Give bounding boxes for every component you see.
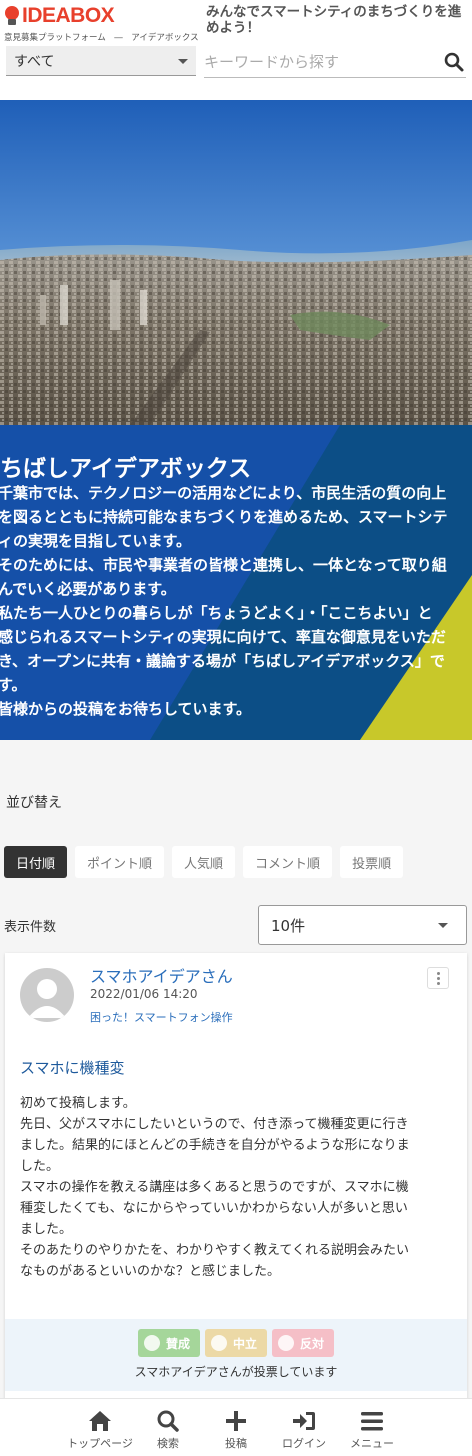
vote-agree-button[interactable]: 賛成	[137, 1329, 200, 1357]
vote-buttons: 賛成 中立 反対	[5, 1329, 467, 1357]
intro-line: ィの実現を目指しています。	[0, 532, 192, 550]
display-count-select[interactable]: 10件	[258, 905, 467, 945]
post-body: 初めて投稿します。 先日、父がスマホにしたいというので、付き添って機種変更に行き…	[20, 1093, 452, 1282]
nav-search[interactable]: 検索	[134, 1399, 202, 1456]
intro-line: そのためには、市民や事業者の皆様と連携し、一体となって取り組	[0, 556, 447, 574]
more-options-icon[interactable]	[427, 967, 449, 989]
post-card: スマホアイデアさん 2022/01/06 14:20 困った！スマートフォン操作…	[5, 953, 467, 1403]
home-icon	[89, 1411, 111, 1431]
category-select-value: すべて	[14, 53, 55, 70]
nav-home-label: トップページ	[67, 1437, 133, 1450]
nav-login-label: ログイン	[282, 1437, 326, 1450]
search-icon	[157, 1410, 179, 1432]
search-icon[interactable]	[442, 50, 466, 74]
nav-post-label: 投稿	[225, 1437, 247, 1450]
display-count-label: 表示件数	[4, 920, 57, 935]
intro-line: す。	[0, 676, 27, 694]
menu-icon	[361, 1412, 383, 1431]
post-date: 2022/01/06 14:20	[90, 987, 198, 1001]
nav-menu[interactable]: メニュー	[338, 1399, 406, 1456]
nav-login[interactable]: ログイン	[270, 1399, 338, 1456]
post-body-line: ました。結果的にほとんどの手続きを自分がやるような形になりま	[20, 1138, 410, 1153]
sort-tab-popular[interactable]: 人気順	[172, 846, 236, 878]
search-bar	[204, 46, 466, 78]
neutral-face-icon	[210, 1335, 227, 1351]
post-body-line: 初めて投稿します。	[20, 1096, 136, 1111]
sort-tab-date[interactable]: 日付順	[4, 846, 68, 878]
nav-menu-label: メニュー	[350, 1437, 394, 1450]
ideabox-logo[interactable]: IDEABOX 意見募集プラットフォーム ― アイデアボックス	[4, 4, 200, 44]
site-tagline: みんなでスマートシティのまちづくりを進めよう！	[206, 4, 462, 36]
post-body-line: 先日、父がスマホにしたいというので、付き添って機種変更に行き	[20, 1117, 409, 1132]
nav-home[interactable]: トップページ	[66, 1399, 134, 1456]
search-input[interactable]	[204, 47, 434, 76]
post-body-line: ました。	[20, 1222, 73, 1237]
sort-tab-comments[interactable]: コメント順	[243, 846, 333, 878]
vote-neutral-label: 中立	[232, 1336, 257, 1351]
nav-search-label: 検索	[157, 1437, 179, 1450]
smiley-icon	[143, 1335, 160, 1351]
post-body-line: なものがあるといいのかな？と感じました。	[20, 1264, 281, 1279]
bottom-nav: トップページ 検索 投稿 ログイン メニュー	[0, 1398, 472, 1456]
intro-line: 皆様からの投稿をお待ちしています。	[0, 700, 252, 718]
post-tag[interactable]: 困った！スマートフォン操作	[90, 1009, 233, 1025]
intro-title: ちばしアイデアボックス	[0, 456, 252, 482]
sort-tab-votes[interactable]: 投票順	[340, 846, 404, 878]
site-header: IDEABOX 意見募集プラットフォーム ― アイデアボックス みんなでスマート…	[0, 0, 472, 100]
post-body-line: そのあたりのやりかたを、わかりやすく教えてくれる説明会みたい	[20, 1243, 409, 1258]
post-title[interactable]: スマホに機種変	[20, 1057, 125, 1078]
intro-body: 千葉市では、テクノロジーの活用などにより、市民生活の質の向上 を図るとともに持続…	[0, 481, 472, 721]
vote-oppose-button[interactable]: 反対	[272, 1329, 335, 1357]
intro-line: んでいく必要があります。	[0, 580, 176, 598]
intro-line: 感じられるスマートシティの実現に向けて、率直な御意見をいただ	[0, 628, 446, 646]
category-select[interactable]: すべて	[6, 46, 196, 76]
vote-status: スマホアイデアさんが投票しています	[134, 1365, 338, 1379]
nav-post[interactable]: 投稿	[202, 1399, 270, 1456]
login-icon	[293, 1412, 315, 1430]
avatar[interactable]	[20, 968, 74, 1022]
intro-section: ちばしアイデアボックス 千葉市では、テクノロジーの活用などにより、市民生活の質の…	[0, 425, 472, 740]
frown-icon	[278, 1335, 294, 1351]
lightbulb-icon	[4, 6, 20, 26]
chevron-down-icon	[438, 923, 448, 928]
vote-oppose-label: 反対	[300, 1336, 325, 1351]
hero-city-photo	[0, 100, 472, 425]
sort-tabs: 日付順 ポイント順 人気順 コメント順 投票順	[4, 846, 404, 878]
post-body-line: スマホの操作を教える講座は多くあると思うのですが、スマホに機	[20, 1180, 409, 1195]
sort-label: 並び替え	[6, 795, 62, 811]
logo-text: IDEABOX	[22, 4, 115, 27]
plus-icon	[226, 1411, 246, 1431]
post-author[interactable]: スマホアイデアさん	[90, 963, 233, 987]
display-count-value: 10件	[271, 916, 306, 935]
vote-area: 賛成 中立 反対 スマホアイデアさんが投票しています	[5, 1319, 467, 1391]
chevron-down-icon	[178, 59, 188, 64]
intro-line: き、オープンに共有・議論する場が「ちばしアイデアボックス」で	[0, 652, 445, 670]
intro-line: を図るとともに持続可能なまちづくりを進めるため、スマートシテ	[0, 508, 448, 526]
post-body-line: 種変したくても、なにからやっていいかわからない人が多いと思い	[20, 1201, 408, 1216]
post-body-line: した。	[20, 1159, 60, 1174]
intro-line: 千葉市では、テクノロジーの活用などにより、市民生活の質の向上	[0, 484, 447, 502]
vote-agree-label: 賛成	[165, 1336, 190, 1351]
vote-neutral-button[interactable]: 中立	[204, 1329, 267, 1357]
intro-line: 私たち一人ひとりの暮らしが「ちょうどよく」・「ここちよい」と	[0, 604, 433, 622]
sort-tab-points[interactable]: ポイント順	[75, 846, 165, 878]
logo-subtitle: 意見募集プラットフォーム ― アイデアボックス	[4, 33, 199, 43]
